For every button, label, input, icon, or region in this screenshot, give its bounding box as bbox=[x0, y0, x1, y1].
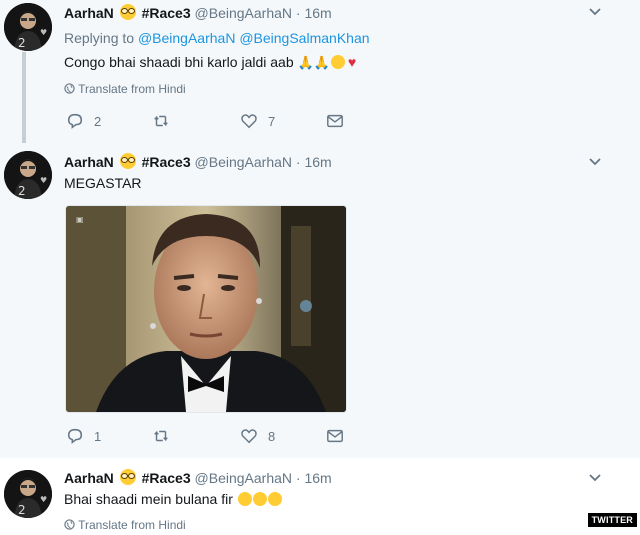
handle[interactable]: @BeingAarhaN bbox=[195, 154, 293, 170]
replying-to: Replying to @BeingAarhaN @BeingSalmanKha… bbox=[64, 30, 370, 46]
svg-text:♥: ♥ bbox=[40, 495, 47, 504]
like-count: 8 bbox=[268, 428, 276, 444]
tweet-photo[interactable]: ▣ bbox=[65, 205, 347, 413]
translate-label: Translate from Hindi bbox=[78, 82, 186, 96]
svg-text:♥: ♥ bbox=[40, 28, 47, 37]
tweet-text: MEGASTAR bbox=[64, 175, 142, 191]
tweet-text: Bhai shaadi mein bulana fir bbox=[64, 491, 282, 507]
folded-hands-emoji-icon: 🙏🙏 bbox=[297, 55, 330, 70]
reply-button[interactable]: 1 bbox=[66, 427, 101, 445]
tweet-actions: 1 8 bbox=[64, 427, 364, 445]
nerd-face-emoji-icon bbox=[119, 153, 136, 169]
replying-prefix: Replying to bbox=[64, 30, 138, 46]
avatar-image: 2 ♥ bbox=[4, 470, 52, 518]
display-name[interactable]: AarhaN bbox=[64, 5, 114, 21]
hashtag[interactable]: #Race3 bbox=[142, 5, 191, 21]
chevron-down-icon[interactable] bbox=[588, 471, 602, 485]
display-name[interactable]: AarhaN bbox=[64, 154, 114, 170]
hashtag[interactable]: #Race3 bbox=[142, 470, 191, 486]
avatar-image: 2 ♥ bbox=[4, 3, 52, 51]
svg-text:2: 2 bbox=[18, 36, 26, 50]
kissing-face-emoji-icon bbox=[330, 55, 345, 69]
heart-emoji-icon: ♥ bbox=[347, 54, 357, 70]
grinning-face-emoji-icon bbox=[252, 492, 267, 506]
display-name[interactable]: AarhaN bbox=[64, 470, 114, 486]
reply-count: 1 bbox=[94, 428, 102, 444]
hashtag[interactable]: #Race3 bbox=[142, 154, 191, 170]
globe-icon bbox=[64, 519, 75, 530]
kissing-face-emoji-icon bbox=[267, 492, 282, 506]
source-badge: TWITTER bbox=[587, 513, 637, 527]
svg-text:2: 2 bbox=[18, 184, 26, 198]
like-icon bbox=[241, 429, 257, 444]
avatar[interactable]: 2 ♥ bbox=[4, 3, 52, 51]
retweet-button[interactable] bbox=[152, 427, 180, 445]
like-button[interactable]: 8 bbox=[240, 427, 275, 445]
message-button[interactable] bbox=[326, 427, 354, 445]
retweet-icon bbox=[154, 115, 168, 127]
like-count: 7 bbox=[268, 113, 276, 129]
tweet-3[interactable]: 2 ♥ AarhaN #Race3 @BeingAarhaN · 16m Bha… bbox=[0, 458, 640, 535]
translate-label: Translate from Hindi bbox=[78, 518, 186, 532]
tweet-header: AarhaN #Race3 @BeingAarhaN · 16m bbox=[64, 4, 332, 21]
timestamp[interactable]: · 16m bbox=[296, 5, 332, 21]
globe-icon bbox=[64, 83, 75, 94]
tweet-2[interactable]: 2 ♥ AarhaN #Race3 @BeingAarhaN · 16m MEG… bbox=[0, 143, 640, 458]
svg-text:▣: ▣ bbox=[76, 215, 84, 224]
tweet-actions: 2 7 bbox=[64, 112, 364, 130]
message-icon bbox=[327, 429, 343, 443]
nerd-face-emoji-icon bbox=[119, 469, 136, 485]
svg-text:2: 2 bbox=[18, 503, 26, 517]
like-button[interactable]: 7 bbox=[240, 112, 275, 130]
tweet-text: Congo bhai shaadi bhi karlo jaldi aab 🙏🙏… bbox=[64, 54, 356, 71]
avatar[interactable]: 2 ♥ bbox=[4, 470, 52, 518]
tweet-body: Bhai shaadi mein bulana fir bbox=[64, 491, 233, 507]
handle[interactable]: @BeingAarhaN bbox=[195, 5, 293, 21]
timestamp[interactable]: · 16m bbox=[296, 470, 332, 486]
avatar-image: 2 ♥ bbox=[4, 151, 52, 199]
mention-beingsalmankhan[interactable]: @BeingSalmanKhan bbox=[239, 30, 369, 46]
nerd-face-emoji-icon bbox=[119, 4, 136, 20]
like-icon bbox=[241, 114, 257, 129]
chevron-down-icon[interactable] bbox=[588, 155, 602, 169]
handle[interactable]: @BeingAarhaN bbox=[195, 470, 293, 486]
tweet-body: Congo bhai shaadi bhi karlo jaldi aab bbox=[64, 54, 294, 70]
reply-icon bbox=[67, 113, 83, 129]
reply-count: 2 bbox=[94, 113, 102, 129]
grinning-face-emoji-icon bbox=[237, 492, 252, 506]
thread-line bbox=[22, 52, 26, 143]
photo-image: ▣ bbox=[66, 206, 346, 412]
message-icon bbox=[327, 114, 343, 128]
tweet-header: AarhaN #Race3 @BeingAarhaN · 16m bbox=[64, 469, 332, 486]
svg-text:♥: ♥ bbox=[40, 176, 47, 185]
reply-button[interactable]: 2 bbox=[66, 112, 101, 130]
retweet-icon bbox=[154, 430, 168, 442]
tweet-1[interactable]: 2 ♥ AarhaN #Race3 @BeingAarhaN · 16m Rep… bbox=[0, 0, 640, 143]
translate-link[interactable]: Translate from Hindi bbox=[64, 518, 186, 532]
mention-beingaarhan[interactable]: @BeingAarhaN bbox=[138, 30, 236, 46]
reply-icon bbox=[67, 428, 83, 444]
tweet-header: AarhaN #Race3 @BeingAarhaN · 16m bbox=[64, 153, 332, 170]
translate-link[interactable]: Translate from Hindi bbox=[64, 82, 186, 96]
retweet-button[interactable] bbox=[152, 112, 180, 130]
chevron-down-icon[interactable] bbox=[588, 5, 602, 19]
timestamp[interactable]: · 16m bbox=[296, 154, 332, 170]
message-button[interactable] bbox=[326, 112, 354, 130]
avatar[interactable]: 2 ♥ bbox=[4, 151, 52, 199]
